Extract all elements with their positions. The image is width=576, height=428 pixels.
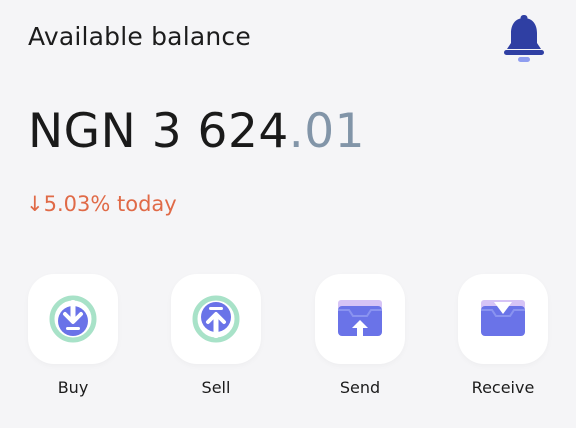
balance-whole: 3 624 [151, 104, 289, 159]
wallet-receive-icon [481, 300, 525, 336]
receive-label: Receive [471, 378, 535, 397]
balance-decimal: .01 [288, 104, 366, 159]
balance-screen: Available balance NGN 3 624.01 ↓5.03% to… [0, 0, 576, 428]
buy-button[interactable]: Buy [28, 274, 118, 397]
upload-circle-icon [192, 295, 240, 343]
daily-change: ↓5.03% today [26, 192, 177, 216]
receive-button[interactable]: Receive [458, 274, 548, 397]
balance-amount: NGN 3 624.01 [28, 104, 365, 159]
receive-tile[interactable] [458, 274, 548, 364]
wallet-send-icon [338, 300, 382, 336]
sell-label: Sell [201, 378, 231, 397]
buy-label: Buy [57, 378, 89, 397]
send-button[interactable]: Send [315, 274, 405, 397]
send-label: Send [339, 378, 381, 397]
balance-currency: NGN [28, 104, 137, 159]
send-tile[interactable] [315, 274, 405, 364]
buy-tile[interactable] [28, 274, 118, 364]
bell-icon[interactable] [502, 14, 546, 66]
download-circle-icon [49, 295, 97, 343]
sell-tile[interactable] [171, 274, 261, 364]
balance-label: Available balance [28, 22, 251, 51]
daily-change-text: 5.03% today [43, 192, 177, 216]
arrow-down-icon: ↓ [26, 192, 44, 216]
sell-button[interactable]: Sell [171, 274, 261, 397]
